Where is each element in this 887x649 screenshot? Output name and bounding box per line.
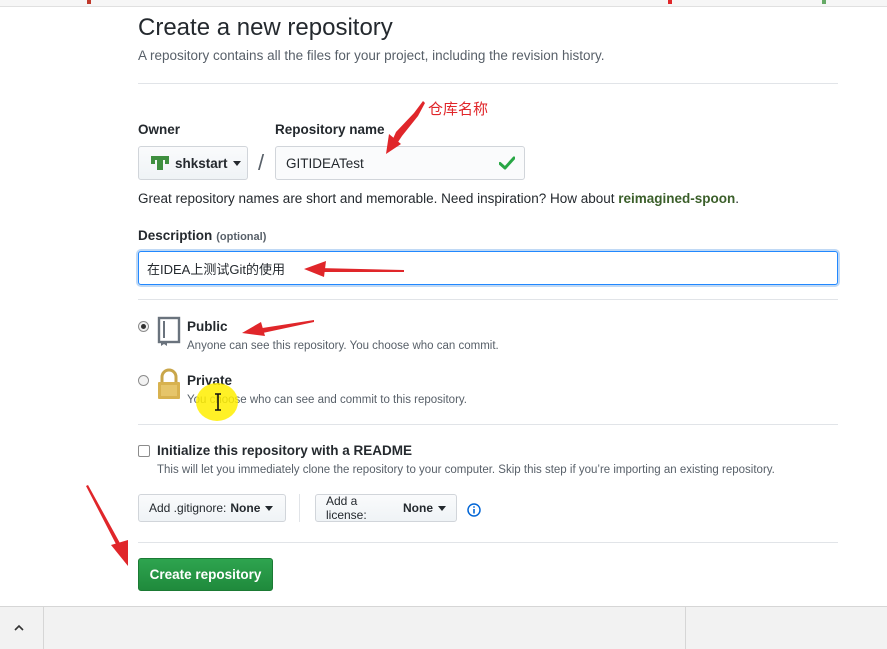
- text-cursor-icon: [215, 393, 221, 411]
- chevron-up-icon[interactable]: [12, 621, 26, 635]
- annotation-arrow: [242, 322, 265, 336]
- annotation-arrow: [86, 485, 121, 548]
- annotation-arrows: [86, 101, 425, 566]
- bottom-bar-divider: [43, 607, 44, 649]
- annotation-arrow: [304, 261, 326, 277]
- annotation-arrow: [111, 540, 128, 566]
- bottom-bar: [0, 606, 887, 649]
- annotation-arrow: [318, 268, 404, 272]
- annotation-arrow: [256, 320, 314, 334]
- bottom-bar-divider: [685, 607, 686, 649]
